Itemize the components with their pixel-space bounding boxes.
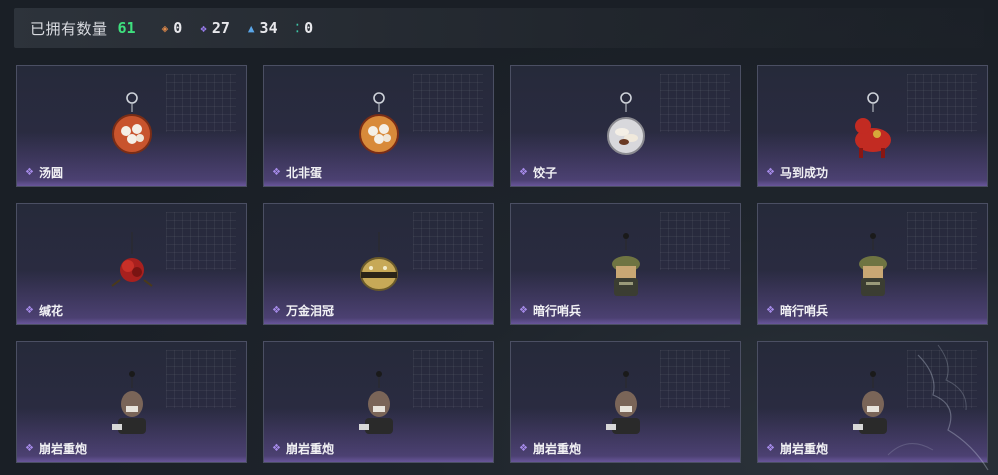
purple-diamond-icon: ❖	[200, 21, 207, 35]
card-pattern	[166, 212, 236, 270]
rarity-diamond-icon: ❖	[25, 305, 34, 316]
rarity-diamond-icon: ❖	[766, 443, 775, 454]
rarity-diamond-icon: ❖	[766, 167, 775, 178]
stat-green-value: 0	[304, 19, 314, 37]
charm-name: ❖ 万金泪冠	[272, 302, 334, 319]
charm-bowl-icon	[111, 92, 152, 154]
orange-diamond-icon: ◈	[161, 21, 169, 35]
card-pattern	[907, 350, 977, 408]
green-dots-icon: ⁚	[295, 21, 300, 35]
charm-name-label: 崩岩重炮	[38, 442, 87, 456]
charm-card[interactable]: ❖ 崩岩重炮	[510, 341, 741, 463]
stat-blue: ▲ 34	[248, 19, 278, 37]
charm-name-label: 崩岩重炮	[532, 442, 581, 456]
rarity-diamond-icon: ❖	[25, 167, 34, 178]
card-pattern	[413, 212, 483, 270]
rarity-diamond-icon: ❖	[519, 305, 528, 316]
rarity-diamond-icon: ❖	[272, 443, 281, 454]
charm-soldier-icon	[611, 233, 640, 296]
card-pattern	[660, 350, 730, 408]
charm-name-label: 缄花	[38, 304, 63, 318]
rarity-diamond-icon: ❖	[272, 167, 281, 178]
blue-triangle-icon: ▲	[247, 21, 255, 35]
charm-name: ❖ 崩岩重炮	[766, 440, 828, 457]
card-pattern	[660, 74, 730, 132]
charm-soldier-icon	[858, 233, 887, 296]
charm-card[interactable]: ❖ 马到成功	[757, 65, 988, 187]
charm-name-label: 暗行哨兵	[532, 304, 581, 318]
charm-name: ❖ 马到成功	[766, 164, 828, 181]
charm-card[interactable]: ❖ 汤圆	[16, 65, 247, 187]
stat-purple: ❖ 27	[200, 19, 230, 37]
owned-summary-bar: 已拥有数量 61 ◈ 0 ❖ 27 ▲ 34 ⁚ 0	[14, 8, 984, 48]
charm-name: ❖ 崩岩重炮	[25, 440, 87, 457]
card-pattern	[166, 74, 236, 132]
charm-bowl-icon	[358, 92, 399, 154]
charm-card[interactable]: ❖ 缄花	[16, 203, 247, 325]
charm-name-label: 万金泪冠	[285, 304, 334, 318]
charm-card[interactable]: ❖ 万金泪冠	[263, 203, 494, 325]
card-pattern	[413, 74, 483, 132]
charm-card[interactable]: ❖ 崩岩重炮	[16, 341, 247, 463]
rarity-diamond-icon: ❖	[25, 443, 34, 454]
charm-crown-icon	[359, 232, 398, 291]
card-pattern	[907, 74, 977, 132]
charm-card[interactable]: ❖ 北非蛋	[263, 65, 494, 187]
stat-blue-value: 34	[259, 19, 278, 37]
stat-green: ⁚ 0	[296, 19, 314, 37]
card-pattern	[166, 350, 236, 408]
charm-gunner-icon	[605, 371, 640, 434]
charm-plate-icon	[606, 92, 645, 155]
rarity-diamond-icon: ❖	[519, 443, 528, 454]
charm-name-label: 北非蛋	[285, 166, 322, 180]
charm-gunner-icon	[358, 371, 393, 434]
stat-orange-value: 0	[173, 19, 183, 37]
rarity-diamond-icon: ❖	[766, 305, 775, 316]
rarity-diamond-icon: ❖	[519, 167, 528, 178]
charm-name-label: 饺子	[532, 166, 557, 180]
card-pattern	[660, 212, 730, 270]
charm-name: ❖ 崩岩重炮	[272, 440, 334, 457]
stat-orange: ◈ 0	[162, 19, 183, 37]
charm-card[interactable]: ❖ 暗行哨兵	[757, 203, 988, 325]
owned-count: 61	[117, 19, 136, 37]
charm-flower-icon	[110, 232, 153, 287]
charm-name: ❖ 暗行哨兵	[766, 302, 828, 319]
charm-name: ❖ 北非蛋	[272, 164, 322, 181]
card-pattern	[907, 212, 977, 270]
charm-card[interactable]: ❖ 崩岩重炮	[263, 341, 494, 463]
charm-name-label: 汤圆	[38, 166, 63, 180]
rarity-diamond-icon: ❖	[272, 305, 281, 316]
charm-name: ❖ 崩岩重炮	[519, 440, 581, 457]
charm-name: ❖ 汤圆	[25, 164, 63, 181]
stat-purple-value: 27	[211, 19, 230, 37]
charm-name: ❖ 缄花	[25, 302, 63, 319]
charm-horse-icon	[854, 92, 891, 158]
charm-card[interactable]: ❖ 暗行哨兵	[510, 203, 741, 325]
charm-card[interactable]: ❖ 崩岩重炮	[757, 341, 988, 463]
owned-label: 已拥有数量	[30, 19, 108, 38]
charm-card[interactable]: ❖ 饺子	[510, 65, 741, 187]
charm-name-label: 崩岩重炮	[779, 442, 828, 456]
charm-gunner-icon	[852, 371, 887, 434]
charm-name-label: 崩岩重炮	[285, 442, 334, 456]
charm-name-label: 马到成功	[779, 166, 828, 180]
charm-name: ❖ 暗行哨兵	[519, 302, 581, 319]
charm-name: ❖ 饺子	[519, 164, 557, 181]
charm-grid: ❖ 汤圆 ❖ 北非蛋 ❖ 饺子 ❖ 马到成功 ❖ 缄花 ❖ 万金泪冠 ❖ 暗行哨兵 ❖ 暗行哨兵 ❖ 崩岩重炮 ❖ 崩…	[16, 65, 988, 463]
card-pattern	[413, 350, 483, 408]
charm-gunner-icon	[111, 371, 146, 434]
charm-name-label: 暗行哨兵	[779, 304, 828, 318]
